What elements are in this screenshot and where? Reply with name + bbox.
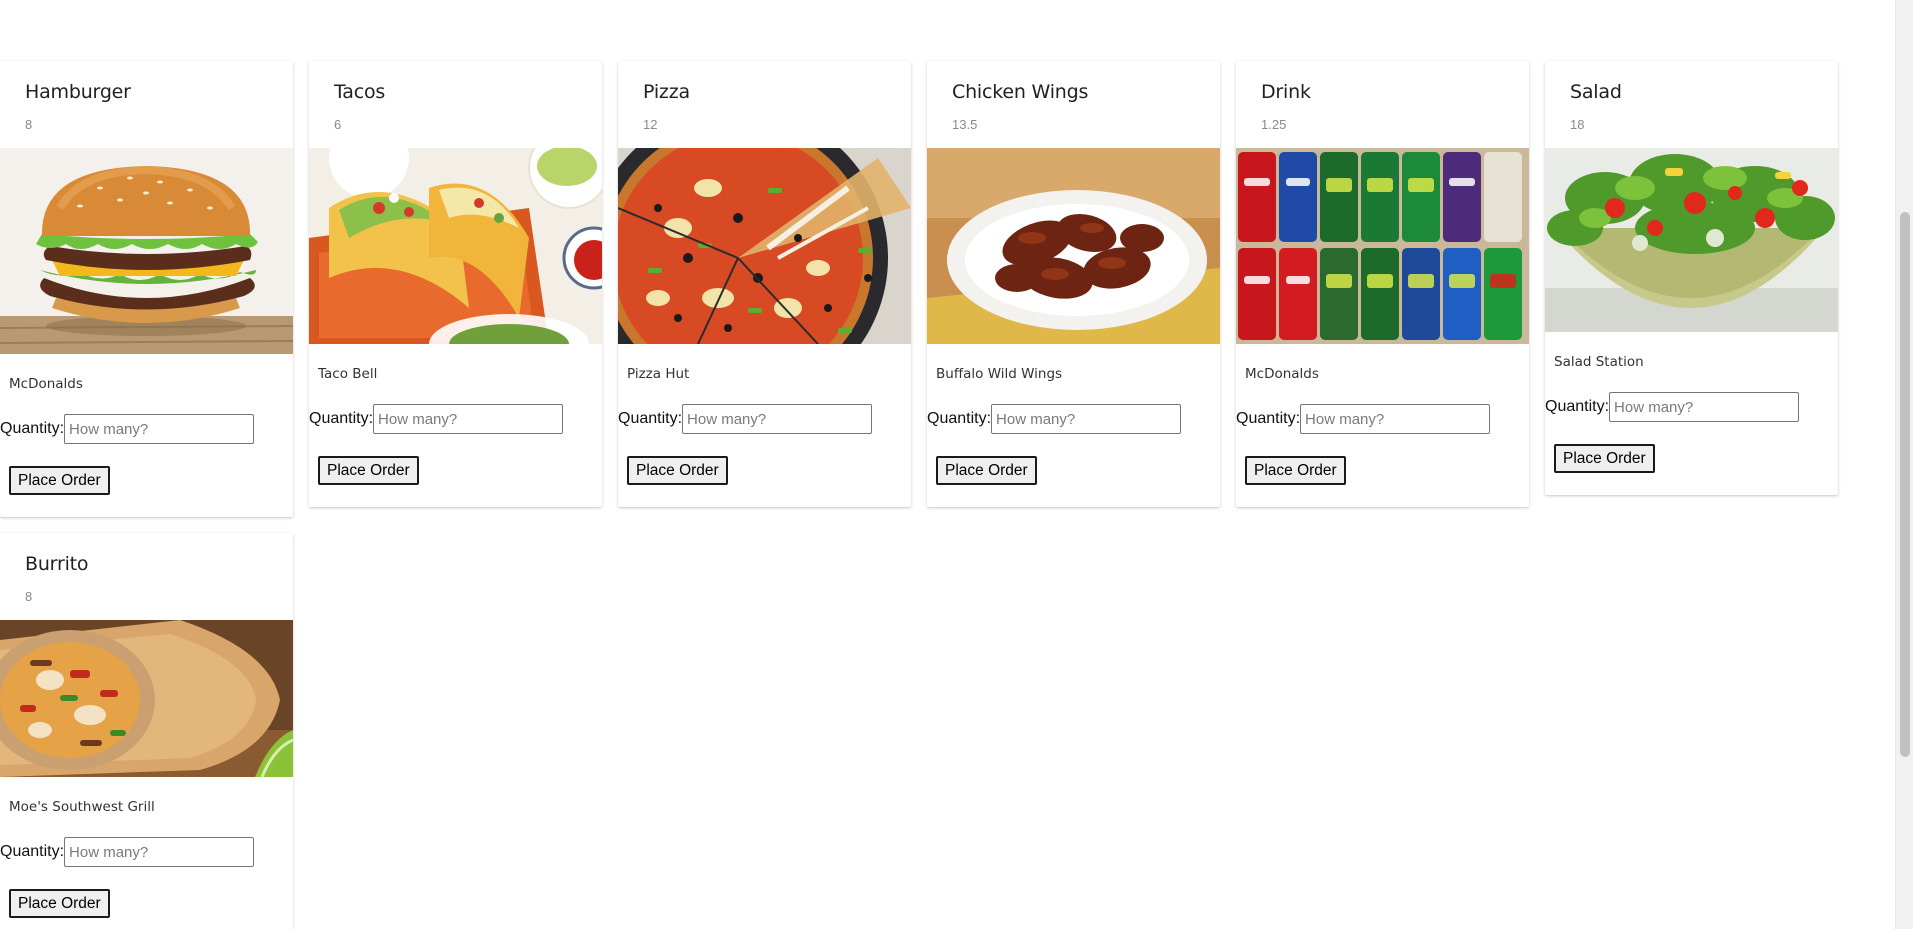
product-card-chicken-wings: Chicken Wings 13.5 Buffalo Wild Wings Qu…: [927, 61, 1220, 507]
place-order-button[interactable]: Place Order: [1554, 444, 1655, 473]
place-order-button[interactable]: Place Order: [1245, 456, 1346, 485]
quantity-row: Quantity:: [309, 404, 602, 434]
quantity-label: Quantity:: [0, 843, 65, 860]
pizza-image: [618, 148, 911, 344]
burrito-image: [0, 620, 293, 777]
product-name: Pizza: [643, 81, 690, 103]
vendor-name: Taco Bell: [318, 366, 378, 382]
product-price: 6: [334, 117, 342, 132]
vertical-scrollbar[interactable]: [1895, 0, 1913, 929]
product-grid: Hamburger 8 McDonalds Quantity: How many…: [0, 61, 1880, 929]
quantity-input[interactable]: [373, 404, 564, 434]
product-price: 8: [25, 589, 33, 604]
quantity-row: Quantity:: [0, 414, 293, 444]
quantity-label: Quantity:: [309, 410, 374, 427]
product-name: Burrito: [25, 553, 89, 575]
place-order-button[interactable]: Place Order: [627, 456, 728, 485]
place-order-button[interactable]: Place Order: [318, 456, 419, 485]
quantity-input[interactable]: [64, 837, 255, 867]
product-price: 18: [1570, 117, 1585, 132]
product-price: 1.25: [1261, 117, 1287, 132]
product-price: 13.5: [952, 117, 978, 132]
quantity-label: Quantity:: [618, 410, 683, 427]
product-price: 12: [643, 117, 658, 132]
vendor-name: Moe's Southwest Grill: [9, 799, 155, 815]
product-card-hamburger: Hamburger 8 McDonalds Quantity: How many…: [0, 61, 293, 517]
place-order-button[interactable]: Place Order: [936, 456, 1037, 485]
vendor-name: Pizza Hut: [627, 366, 690, 382]
quantity-row: Quantity:: [927, 404, 1220, 434]
product-name: Drink: [1261, 81, 1311, 103]
quantity-input[interactable]: [64, 414, 255, 444]
quantity-input[interactable]: [991, 404, 1182, 434]
drink-cans-image: [1236, 148, 1529, 344]
tacos-image: [309, 148, 602, 344]
quantity-label: Quantity:: [927, 410, 992, 427]
product-card-tacos: Tacos 6 Taco Bell Quantity: How many? Pl…: [309, 61, 602, 507]
product-name: Salad: [1570, 81, 1622, 103]
place-order-button[interactable]: Place Order: [9, 889, 110, 918]
quantity-input[interactable]: [1609, 392, 1800, 422]
product-price: 8: [25, 117, 33, 132]
chicken-wings-image: [927, 148, 1220, 344]
product-name: Chicken Wings: [952, 81, 1089, 103]
quantity-row: Quantity:: [1236, 404, 1529, 434]
hamburger-image: [0, 148, 293, 354]
quantity-row: Quantity:: [0, 837, 293, 867]
quantity-label: Quantity:: [1236, 410, 1301, 427]
vendor-name: Salad Station: [1554, 354, 1644, 370]
product-card-drink: Drink 1.25 McDonalds Quantity: How many?…: [1236, 61, 1529, 507]
vendor-name: McDonalds: [1245, 366, 1319, 382]
quantity-input[interactable]: [682, 404, 873, 434]
product-name: Tacos: [334, 81, 386, 103]
vendor-name: Buffalo Wild Wings: [936, 366, 1063, 382]
quantity-label: Quantity:: [1545, 398, 1610, 415]
quantity-input[interactable]: [1300, 404, 1491, 434]
product-name: Hamburger: [25, 81, 131, 103]
product-card-burrito: Burrito 8 Moe's Southwest Grill Quantity…: [0, 533, 293, 929]
salad-image: [1545, 148, 1838, 332]
vendor-name: McDonalds: [9, 376, 83, 392]
product-card-salad: Salad 18 Salad Station Quantity: How man…: [1545, 61, 1838, 495]
quantity-label: Quantity:: [0, 420, 65, 437]
menu-page: Hamburger 8 McDonalds Quantity: How many…: [0, 0, 1895, 929]
product-card-pizza: Pizza 12 Pizza Hut Quantity: How many? P…: [618, 61, 911, 507]
quantity-row: Quantity:: [618, 404, 911, 434]
place-order-button[interactable]: Place Order: [9, 466, 110, 495]
quantity-row: Quantity:: [1545, 392, 1838, 422]
scrollbar-thumb[interactable]: [1900, 212, 1910, 757]
